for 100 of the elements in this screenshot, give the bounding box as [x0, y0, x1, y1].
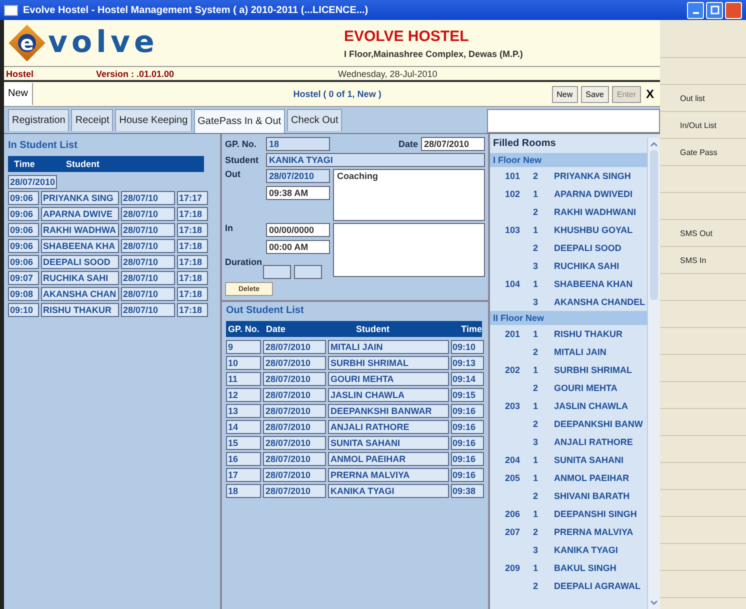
field-label: In	[225, 223, 234, 233]
in-time-field[interactable]: 00:00 AM	[266, 240, 330, 254]
table-cell: 17:18	[177, 223, 208, 237]
table-cell: 28/07/10	[121, 255, 175, 269]
tab[interactable]: GatePass In & Out	[194, 109, 286, 133]
maximize-button[interactable]	[706, 2, 723, 18]
toolbar-button[interactable]: New	[552, 86, 578, 102]
table-cell: APARNA DWIVE	[41, 207, 119, 221]
table-cell: ANJALI RATHORE	[328, 420, 448, 434]
bed-number: 3	[532, 545, 539, 555]
scrollbar-thumb[interactable]	[650, 150, 658, 300]
table-cell: MITALI JAIN	[328, 340, 448, 354]
close-form-button[interactable]: X	[644, 87, 656, 101]
table-cell: 14	[226, 420, 262, 434]
student-name: GOURI MEHTA	[554, 383, 618, 393]
table-cell: 28/07/2010	[263, 404, 326, 418]
hostel-address: I Floor,Mainashree Complex, Dewas (M.P.)	[344, 48, 523, 58]
room-number: 207	[504, 527, 520, 537]
tab[interactable]: House Keeping	[115, 109, 192, 131]
bed-number: 2	[532, 171, 539, 181]
reason-field[interactable]: Coaching	[333, 169, 485, 221]
table-cell: 09:06	[8, 239, 39, 253]
scroll-up-icon[interactable]	[650, 141, 658, 147]
out-time-field[interactable]: 09:38 AM	[266, 186, 330, 200]
room-number: 209	[504, 563, 520, 573]
out-date-field[interactable]: 28/07/2010	[266, 169, 330, 183]
bed-number: 1	[532, 365, 539, 375]
bed-number: 1	[532, 329, 539, 339]
sidebar-link[interactable]: SMS Out	[680, 228, 712, 238]
room-number: 102	[504, 189, 520, 199]
table-cell: 28/07/2010	[263, 388, 326, 402]
table-cell: 17:18	[177, 287, 208, 301]
bed-number: 1	[532, 225, 539, 235]
table-cell: 17	[226, 468, 262, 482]
room-number: 101	[504, 171, 520, 181]
bed-number: 2	[532, 207, 539, 217]
table-cell: 17:18	[177, 303, 208, 317]
table-cell: JASLIN CHAWLA	[328, 388, 448, 402]
date-group-cell: 28/07/2010	[8, 175, 58, 189]
table-cell: 28/07/2010	[263, 372, 326, 386]
room-number: 205	[504, 473, 520, 483]
bed-number: 2	[532, 419, 539, 429]
field-label: Out	[225, 169, 242, 179]
sidebar-link[interactable]: Gate Pass	[680, 148, 718, 156]
room-number: 104	[504, 279, 520, 289]
bed-number: 2	[532, 347, 539, 357]
table-cell: 09:06	[8, 223, 39, 237]
field-label: GP. No.	[225, 139, 258, 149]
date-field[interactable]: 28/07/2010	[421, 137, 485, 151]
table-cell: 16	[226, 452, 262, 466]
tab[interactable]: Receipt	[71, 109, 114, 131]
student-field[interactable]: KANIKA TYAGI	[266, 153, 485, 167]
table-cell: 28/07/10	[121, 287, 175, 301]
table-cell: SHABEENA KHA	[41, 239, 119, 253]
panel-title: Out Student List	[226, 305, 305, 316]
gp-number-field[interactable]: 18	[266, 137, 330, 151]
toolbar-button[interactable]: Save	[580, 86, 609, 102]
sidebar-link[interactable]: SMS In	[680, 256, 706, 264]
field-label: Date	[398, 139, 418, 149]
bed-number: 1	[532, 455, 539, 465]
table-cell: KANIKA TYAGI	[328, 484, 448, 498]
duration-field[interactable]	[294, 265, 322, 279]
remarks-field[interactable]	[333, 223, 485, 277]
room-number: 204	[504, 455, 520, 465]
student-name: JASLIN CHAWLA	[554, 401, 628, 411]
tab[interactable]: Check Out	[287, 109, 342, 131]
table-cell: 28/07/10	[121, 271, 175, 285]
table-cell: 13	[226, 404, 262, 418]
table-cell: 28/07/2010	[263, 484, 326, 498]
table-cell: 28/07/2010	[263, 356, 326, 370]
date-label: Wednesday, 28-Jul-2010	[338, 68, 438, 78]
student-name: RISHU THAKUR	[554, 329, 622, 339]
sidebar-link[interactable]: In/Out List	[680, 120, 716, 130]
table-cell: 28/07/10	[121, 223, 175, 237]
scroll-down-icon[interactable]	[650, 600, 658, 606]
table-cell: 09:13	[450, 356, 484, 370]
table-cell: DEEPALI SOOD	[41, 255, 119, 269]
table-cell: 28/07/2010	[263, 340, 326, 354]
bed-number: 2	[532, 491, 539, 501]
room-number: 201	[504, 329, 520, 339]
table-cell: RISHU THAKUR	[41, 303, 119, 317]
section-label: Hostel	[5, 68, 35, 78]
close-button[interactable]	[725, 2, 742, 18]
in-date-field[interactable]: 00/00/0000	[266, 223, 330, 237]
table-cell: 09:16	[450, 436, 484, 450]
tab[interactable]: Registration	[8, 109, 70, 131]
student-name: AKANSHA CHANDEL	[554, 297, 646, 307]
scrollbar[interactable]	[647, 138, 660, 609]
table-cell: 28/07/2010	[263, 420, 326, 434]
student-name: RAKHI WADHWANI	[554, 207, 636, 217]
minimize-button[interactable]	[687, 2, 704, 18]
student-name: SURBHI SHRIMAL	[554, 365, 632, 375]
input-field[interactable]	[487, 109, 660, 133]
student-name: SHIVANI BARATH	[554, 491, 630, 501]
sidebar-link[interactable]: Out list	[680, 94, 705, 102]
window-icon	[4, 4, 18, 16]
table-cell: 09:06	[8, 255, 39, 269]
student-name: ANJALI RATHORE	[554, 437, 633, 447]
student-name: PRERNA MALVIYA	[554, 527, 634, 537]
duration-field[interactable]	[263, 265, 291, 279]
